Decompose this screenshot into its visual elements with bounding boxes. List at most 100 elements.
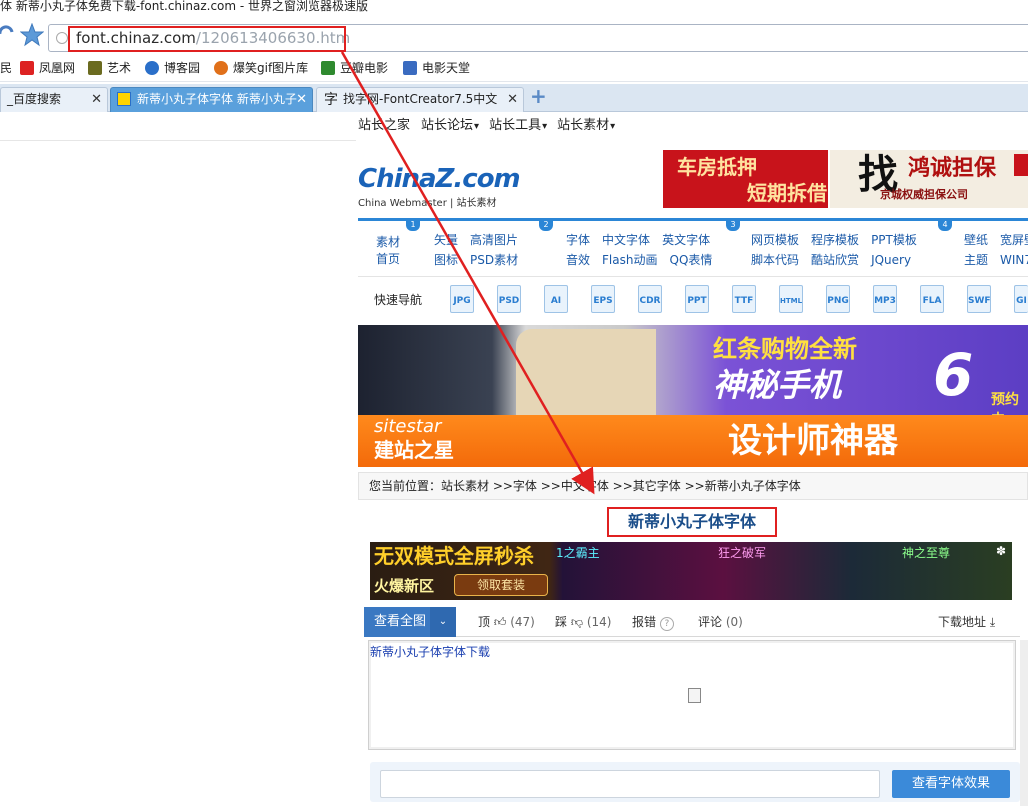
ifeng-icon xyxy=(20,61,34,75)
cat-link[interactable]: 网页模板 xyxy=(751,233,799,247)
page-icon xyxy=(56,32,68,44)
cat-link[interactable]: WIN7 xyxy=(1000,253,1028,267)
close-icon[interactable]: ✕ xyxy=(296,88,307,111)
download-icon: ⤓ xyxy=(989,615,996,629)
filetype-mp3-icon[interactable]: MP3 xyxy=(873,285,897,313)
filetype-psd-icon[interactable]: PSD xyxy=(497,285,521,313)
star-icon[interactable] xyxy=(20,23,44,47)
banner-phone-num: 6 xyxy=(933,341,974,409)
bookmark-truncated-label: 民 xyxy=(0,61,13,75)
banner-phone[interactable]: 红条购物全新 神秘手机 6 预约中 xyxy=(358,325,1028,428)
cat-link[interactable]: 高清图片 xyxy=(470,233,518,247)
filetype-ai-icon[interactable]: AI xyxy=(544,285,568,313)
filetype-cdr-icon[interactable]: CDR xyxy=(638,285,662,313)
logo-sub: China Webmaster | 站长素材 xyxy=(358,198,497,209)
cat-link[interactable]: 脚本代码 xyxy=(751,253,799,267)
scrollbar[interactable] xyxy=(1020,640,1028,806)
game-claim-button[interactable]: 领取套装 xyxy=(454,574,548,596)
game-tag2: 狂之破军 xyxy=(718,546,767,560)
filetype-ttf-icon[interactable]: TTF xyxy=(732,285,756,313)
cat-link[interactable]: JQuery xyxy=(871,253,911,267)
bookmark-douban[interactable]: 豆瓣电影 xyxy=(321,60,388,76)
bookmark-label: 爆笑gif图片库 xyxy=(233,61,309,75)
art-icon xyxy=(88,61,102,75)
bookmark-label: 艺术 xyxy=(107,61,132,75)
ad-guarantee-corner xyxy=(1014,154,1028,176)
cat-link[interactable]: 壁纸 xyxy=(964,233,988,247)
cat-link[interactable]: PSD素材 xyxy=(470,253,518,267)
tab-chinaz[interactable]: 新蒂小丸子体字体 新蒂小丸子 ✕ xyxy=(110,87,313,112)
bookmark-truncated[interactable]: 民 xyxy=(0,60,12,76)
cat-group3: 网页模板 程序模板 PPT模板 脚本代码 酷站欣赏 JQuery xyxy=(751,230,917,270)
filetype-swf-icon[interactable]: SWF xyxy=(967,285,991,313)
cat-link[interactable]: 中文字体 xyxy=(602,233,650,247)
view-all-label: 查看全图 xyxy=(374,614,427,629)
cat-link[interactable]: 程序模板 xyxy=(811,233,859,247)
view-all-button[interactable]: 查看全图 ⌄ xyxy=(364,607,456,637)
new-tab-icon[interactable]: + xyxy=(530,86,548,106)
cat-link[interactable]: PPT模板 xyxy=(871,233,917,247)
cat-home-line1: 素材 xyxy=(376,235,401,249)
dytt-icon xyxy=(403,61,417,75)
cnblogs-icon xyxy=(145,61,159,75)
game-tag1: 1之霸主 xyxy=(556,546,600,560)
help-icon: ? xyxy=(659,617,674,631)
site-nav-forum[interactable]: 站长论坛 xyxy=(421,118,479,133)
vote-down[interactable]: 踩 👎︎ (14) xyxy=(555,614,612,630)
tab-baidu[interactable]: _百度搜索 ✕ xyxy=(0,87,108,112)
site-nav-home[interactable]: 站长之家 xyxy=(358,118,411,133)
bookmark-ifeng[interactable]: 凤凰网 xyxy=(20,60,75,76)
url-highlight-box xyxy=(68,26,346,52)
cat-link[interactable]: QQ表情 xyxy=(670,253,713,267)
vote-up[interactable]: 顶 👍︎ (47) xyxy=(478,614,535,630)
tab-label: 找字网-FontCreator7.5中文 xyxy=(343,92,498,106)
bookmark-cnblogs[interactable]: 博客园 xyxy=(145,60,200,76)
bookmark-label: 豆瓣电影 xyxy=(340,61,389,75)
comment-button[interactable]: 评论 (0) xyxy=(698,614,743,630)
cat-home[interactable]: 素材 首页 xyxy=(376,234,400,268)
chevron-down-icon[interactable]: ⌄ xyxy=(430,607,456,637)
filetype-fla-icon[interactable]: FLA xyxy=(920,285,944,313)
cat-link[interactable]: 宽屏壁 xyxy=(1000,233,1028,247)
bookmark-dytt[interactable]: 电影天堂 xyxy=(403,60,470,76)
filetype-jpg-icon[interactable]: JPG xyxy=(450,285,474,313)
cat-link[interactable]: 英文字体 xyxy=(662,233,710,247)
filetype-eps-icon[interactable]: EPS xyxy=(591,285,615,313)
cat-link[interactable]: 矢量 xyxy=(434,233,458,247)
logo-text: ChinaZ.com xyxy=(358,164,521,194)
filetype-png-icon[interactable]: PNG xyxy=(826,285,850,313)
download-link[interactable]: 下载地址 ⤓ xyxy=(938,614,995,630)
ad-mortgage-line1: 车房抵押 xyxy=(677,155,757,179)
font-description-text: 新蒂小丸子体字体下载 xyxy=(370,645,491,659)
left-blank-area xyxy=(0,140,356,806)
phone-image xyxy=(516,329,656,415)
site-nav-tools[interactable]: 站长工具 xyxy=(489,118,547,133)
ad-guarantee[interactable]: 找 鸿诚担保 京城权威担保公司 xyxy=(830,150,1028,208)
cat-link[interactable]: 音效 xyxy=(566,253,590,267)
preview-text-input[interactable] xyxy=(380,770,880,798)
report-button[interactable]: 报错 ? xyxy=(632,614,674,631)
preview-font-button[interactable]: 查看字体效果 xyxy=(892,770,1010,798)
bookmark-art[interactable]: 艺术 xyxy=(88,60,131,76)
tab-zhaozi[interactable]: 字找字网-FontCreator7.5中文 ✕ xyxy=(316,87,524,112)
ad-mortgage-line2: 短期拆借 xyxy=(747,181,827,205)
filetype-ppt-icon[interactable]: PPT xyxy=(685,285,709,313)
game-ad[interactable]: 无双模式全屏秒杀 火爆新区 领取套装 1之霸主 狂之破军 神之至尊 ✽ xyxy=(370,542,1012,600)
bookmark-gif[interactable]: 爆笑gif图片库 xyxy=(214,60,308,76)
site-nav-material[interactable]: 站长素材 xyxy=(557,118,615,133)
cat-link[interactable]: 主题 xyxy=(964,253,988,267)
back-icon[interactable] xyxy=(0,22,14,44)
chinaz-logo[interactable]: ChinaZ.com China Webmaster | 站长素材 xyxy=(358,164,521,209)
cat-link[interactable]: 字体 xyxy=(566,233,590,247)
cat-link[interactable]: 图标 xyxy=(434,253,458,267)
close-icon[interactable]: ✕ xyxy=(91,88,102,111)
banner-sitestar[interactable]: sitestar 建站之星 设计师神器 xyxy=(358,415,1028,467)
filetype-html-icon[interactable]: HTML xyxy=(779,285,803,313)
filetype-gif-icon[interactable]: GI xyxy=(1014,285,1028,313)
cat-link[interactable]: 酷站欣赏 xyxy=(811,253,859,267)
game-slogan2: 火爆新区 xyxy=(374,577,435,595)
ad-mortgage[interactable]: 车房抵押 短期拆借 xyxy=(663,150,828,208)
cat-link[interactable]: Flash动画 xyxy=(602,253,657,267)
close-icon[interactable]: ✕ xyxy=(507,88,518,111)
vote-up-count: (47) xyxy=(510,615,535,629)
